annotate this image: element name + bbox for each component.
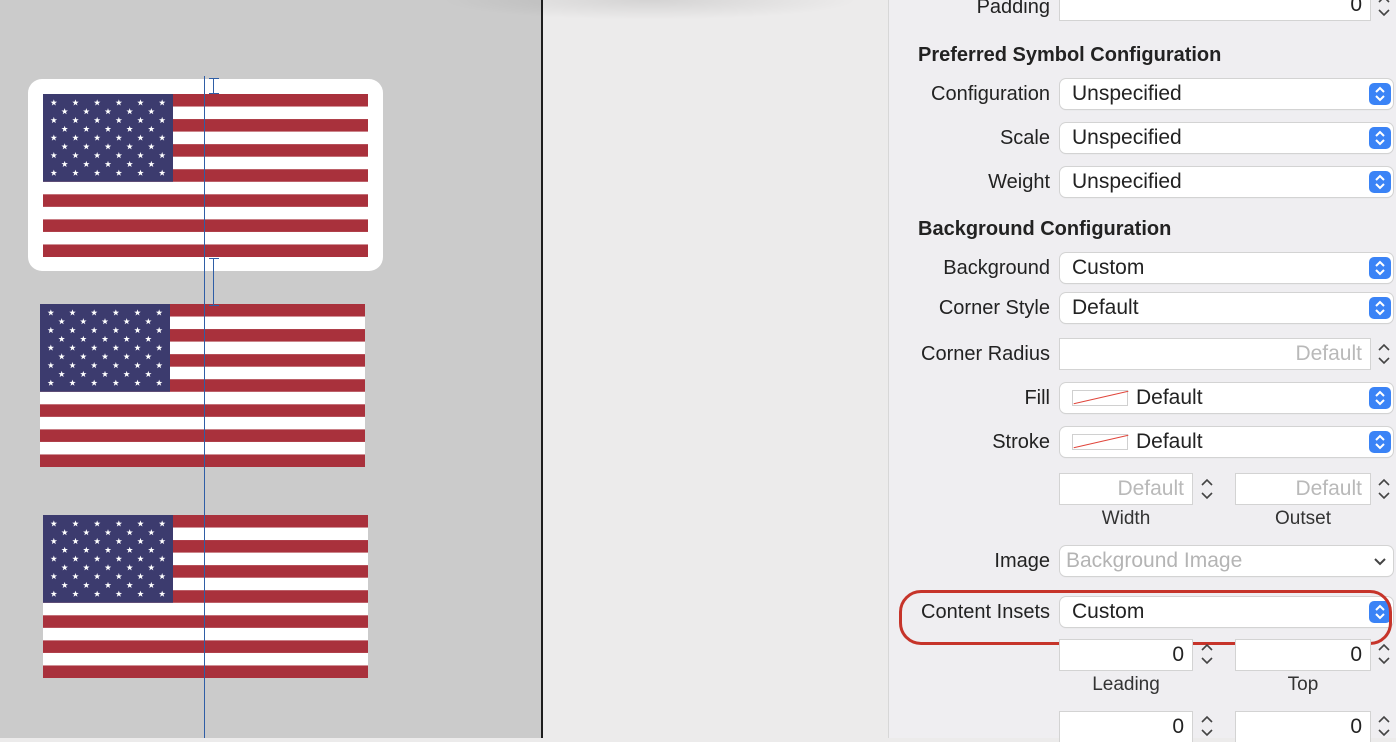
scale-label: Scale: [999, 127, 1050, 149]
clear-color-swatch: [1072, 390, 1128, 406]
background-popup[interactable]: Custom: [1060, 253, 1393, 283]
corner-style-popup[interactable]: Default: [1060, 293, 1393, 323]
spacing-indicator-top: [209, 78, 219, 94]
background-config-section-title: Background Configuration: [918, 218, 1172, 240]
spacing-indicator-bottom: [209, 258, 219, 306]
chevron-updown-icon: [1369, 431, 1391, 453]
top-inset-stepper[interactable]: [1374, 638, 1394, 670]
chevron-updown-icon: [1369, 83, 1391, 105]
us-flag-image-3[interactable]: [43, 515, 368, 678]
stroke-width-stepper[interactable]: [1197, 473, 1217, 505]
corner-radius-stepper[interactable]: [1374, 338, 1394, 370]
stroke-outset-stepper[interactable]: [1374, 473, 1394, 505]
fill-label: Fill: [1024, 387, 1050, 409]
padding-stepper[interactable]: [1374, 0, 1394, 22]
chevron-down-icon: [1369, 550, 1391, 572]
corner-radius-field[interactable]: Default: [1060, 339, 1370, 369]
padding-field[interactable]: 0: [1060, 0, 1370, 20]
width-caption: Width: [1101, 508, 1151, 529]
us-flag-image-2[interactable]: [40, 304, 365, 467]
corner-style-label: Corner Style: [938, 297, 1050, 319]
leading-caption: Leading: [1092, 674, 1160, 695]
scale-popup[interactable]: Unspecified: [1060, 123, 1393, 153]
canvas-margin: [543, 0, 888, 738]
outset-caption: Outset: [1275, 508, 1331, 529]
fill-popup[interactable]: Default: [1060, 383, 1393, 413]
stroke-width-field[interactable]: Default: [1060, 474, 1192, 504]
leading-inset-field[interactable]: 0: [1060, 640, 1192, 670]
chevron-updown-icon: [1369, 171, 1391, 193]
us-flag-image-1[interactable]: [43, 94, 368, 257]
leading-inset-stepper[interactable]: [1197, 638, 1217, 670]
background-label: Background: [943, 257, 1050, 279]
stroke-label: Stroke: [992, 431, 1050, 453]
chevron-updown-icon: [1369, 257, 1391, 279]
stroke-outset-field[interactable]: Default: [1236, 474, 1370, 504]
chevron-updown-icon: [1369, 297, 1391, 319]
image-label: Image: [994, 550, 1050, 572]
chevron-updown-icon: [1369, 387, 1391, 409]
chevron-updown-icon: [1369, 127, 1391, 149]
top-inset-field[interactable]: 0: [1236, 640, 1370, 670]
annotation-highlight-oval: [899, 590, 1392, 645]
storyboard-canvas[interactable]: [0, 0, 541, 738]
stroke-popup[interactable]: Default: [1060, 427, 1393, 457]
clear-color-swatch: [1072, 434, 1128, 450]
symbol-config-section-title: Preferred Symbol Configuration: [918, 44, 1222, 66]
configuration-label: Configuration: [931, 83, 1050, 105]
padding-label: Padding: [976, 0, 1050, 18]
image-combobox[interactable]: Background Image: [1060, 546, 1393, 576]
bottom-inset-stepper[interactable]: [1197, 710, 1217, 742]
corner-radius-label: Corner Radius: [921, 343, 1050, 365]
alignment-guide: [204, 76, 205, 738]
trailing-inset-stepper[interactable]: [1374, 710, 1394, 742]
weight-popup[interactable]: Unspecified: [1060, 167, 1393, 197]
weight-label: Weight: [988, 171, 1050, 193]
configuration-popup[interactable]: Unspecified: [1060, 79, 1393, 109]
top-caption: Top: [1287, 674, 1319, 695]
